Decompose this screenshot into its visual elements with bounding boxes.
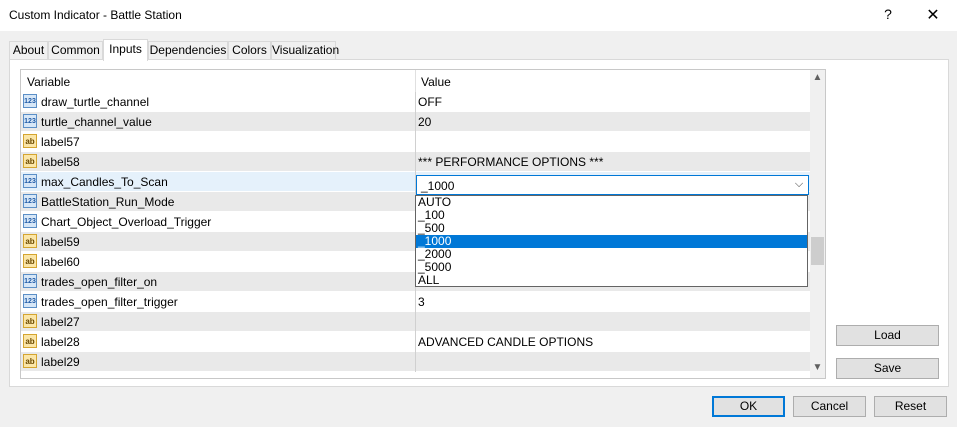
variable-name: turtle_channel_value <box>41 115 152 129</box>
table-row[interactable]: ab label57 <box>21 132 810 152</box>
candles-dropdown-list: AUTO _100 _500 _1000 _2000 _5000 ALL <box>415 195 808 287</box>
variable-name: label28 <box>41 335 80 349</box>
text-param-icon: ab <box>23 314 37 328</box>
numeric-param-icon: 123 <box>23 294 37 308</box>
text-param-icon: ab <box>23 234 37 248</box>
table-row[interactable]: ab label28 ADVANCED CANDLE OPTIONS <box>21 332 810 352</box>
cell-divider <box>415 332 416 352</box>
window-title: Custom Indicator - Battle Station <box>9 8 182 22</box>
scroll-thumb[interactable] <box>811 237 824 265</box>
cell-divider <box>415 152 416 172</box>
title-bar: Custom Indicator - Battle Station ? ✕ <box>0 0 957 31</box>
variable-name: label59 <box>41 235 80 249</box>
variable-name: label57 <box>41 135 80 149</box>
variable-value[interactable]: 3 <box>418 295 425 309</box>
table-row[interactable]: 123 turtle_channel_value 20 <box>21 112 810 132</box>
grid-header: Variable Value <box>21 70 810 92</box>
ok-button[interactable]: OK <box>712 396 785 417</box>
variable-value[interactable]: *** PERFORMANCE OPTIONS *** <box>418 155 603 169</box>
tab-visualization[interactable]: Visualization <box>271 41 339 59</box>
dropdown-option[interactable]: _500 <box>416 222 807 235</box>
dropdown-option[interactable]: _100 <box>416 209 807 222</box>
variable-name: label58 <box>41 155 80 169</box>
load-button[interactable]: Load <box>836 325 939 346</box>
numeric-param-icon: 123 <box>23 214 37 228</box>
combo-value: _1000 <box>421 179 455 193</box>
help-icon[interactable]: ? <box>880 6 896 22</box>
cell-divider <box>415 352 416 372</box>
cell-divider <box>415 132 416 152</box>
tab-inputs[interactable]: Inputs <box>103 39 148 61</box>
dropdown-option[interactable]: ALL <box>416 274 807 287</box>
numeric-param-icon: 123 <box>23 174 37 188</box>
table-row[interactable]: 123 trades_open_filter_trigger 3 <box>21 292 810 312</box>
text-param-icon: ab <box>23 354 37 368</box>
variable-name: BattleStation_Run_Mode <box>41 195 175 209</box>
dropdown-option[interactable]: _1000 <box>416 235 807 248</box>
column-header-value[interactable]: Value <box>421 75 451 89</box>
text-param-icon: ab <box>23 334 37 348</box>
tab-dependencies[interactable]: Dependencies <box>148 41 228 59</box>
cell-divider <box>415 112 416 132</box>
chevron-down-icon[interactable]: ⌵ <box>793 178 805 191</box>
reset-button[interactable]: Reset <box>874 396 947 417</box>
variable-value[interactable]: ADVANCED CANDLE OPTIONS <box>418 335 593 349</box>
variable-name: Chart_Object_Overload_Trigger <box>41 215 212 229</box>
close-icon[interactable]: ✕ <box>924 5 942 25</box>
cell-divider <box>415 312 416 332</box>
save-button[interactable]: Save <box>836 358 939 379</box>
variable-name: label60 <box>41 255 80 269</box>
text-param-icon: ab <box>23 254 37 268</box>
cell-divider <box>415 292 416 312</box>
column-header-variable[interactable]: Variable <box>27 75 70 89</box>
variable-name: trades_open_filter_trigger <box>41 295 178 309</box>
cancel-button[interactable]: Cancel <box>793 396 866 417</box>
variable-value[interactable]: 20 <box>418 115 431 129</box>
table-row[interactable]: ab label29 <box>21 352 810 372</box>
variable-name: draw_turtle_channel <box>41 95 150 109</box>
numeric-param-icon: 123 <box>23 114 37 128</box>
dropdown-option[interactable]: _5000 <box>416 261 807 274</box>
text-param-icon: ab <box>23 134 37 148</box>
dropdown-option[interactable]: AUTO <box>416 196 807 209</box>
table-row[interactable]: 123 draw_turtle_channel OFF <box>21 92 810 112</box>
tab-colors[interactable]: Colors <box>228 41 271 59</box>
dropdown-option[interactable]: _2000 <box>416 248 807 261</box>
tab-common[interactable]: Common <box>48 41 103 59</box>
numeric-param-icon: 123 <box>23 94 37 108</box>
vertical-scrollbar[interactable]: ▲ ▼ <box>810 70 825 378</box>
text-param-icon: ab <box>23 154 37 168</box>
cell-divider <box>415 92 416 112</box>
numeric-param-icon: 123 <box>23 194 37 208</box>
variable-name: max_Candles_To_Scan <box>41 175 168 189</box>
table-row[interactable]: ab label58 *** PERFORMANCE OPTIONS *** <box>21 152 810 172</box>
variable-value[interactable]: OFF <box>418 95 442 109</box>
variable-name: label27 <box>41 315 80 329</box>
variable-name: label29 <box>41 355 80 369</box>
max-candles-combo[interactable]: _1000 ⌵ <box>416 175 809 195</box>
scroll-up-icon[interactable]: ▲ <box>810 72 825 83</box>
variable-name: trades_open_filter_on <box>41 275 158 289</box>
tab-about[interactable]: About <box>9 41 48 59</box>
scroll-down-icon[interactable]: ▼ <box>810 362 825 373</box>
table-row[interactable]: ab label27 <box>21 312 810 332</box>
column-divider[interactable] <box>415 70 416 92</box>
numeric-param-icon: 123 <box>23 274 37 288</box>
